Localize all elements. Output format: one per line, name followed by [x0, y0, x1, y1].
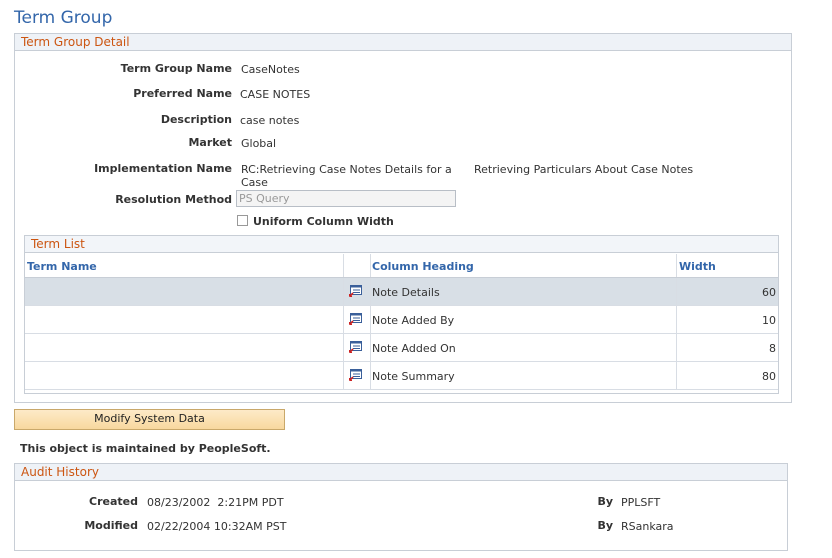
modified-by-value: RSankara: [621, 520, 674, 533]
created-label: Created: [89, 495, 138, 508]
table-row[interactable]: Note Summary 80: [25, 362, 778, 390]
created-value: 08/23/2002 2:21PM PDT: [147, 496, 284, 509]
width-cell: 8: [769, 342, 776, 355]
prompt-lookup-icon[interactable]: [348, 285, 362, 298]
modified-by-label: By: [597, 519, 613, 532]
width-column-header[interactable]: Width: [679, 260, 716, 273]
width-cell: 60: [762, 286, 776, 299]
page-title: Term Group: [14, 8, 113, 28]
resolution-method-label: Resolution Method: [115, 193, 232, 206]
preferred-name-value: CASE NOTES: [240, 88, 311, 101]
term-group-name-label: Term Group Name: [120, 62, 232, 75]
term-name-column-header[interactable]: Term Name: [27, 260, 97, 273]
table-row[interactable]: Note Added On 8: [25, 334, 778, 362]
column-heading-cell: Note Summary: [372, 370, 455, 383]
grid-header-row: Term Name Column Heading Width: [25, 254, 778, 278]
term-list-grid: Term List Term Name Column Heading Width…: [24, 235, 779, 394]
prompt-lookup-icon[interactable]: [348, 369, 362, 382]
modified-label: Modified: [84, 519, 138, 532]
term-group-detail-header: Term Group Detail: [15, 34, 791, 51]
market-label: Market: [188, 136, 232, 149]
column-heading-cell: Note Added By: [372, 314, 455, 327]
modify-system-data-button[interactable]: Modify System Data: [14, 409, 285, 430]
table-row[interactable]: Note Details 60: [25, 278, 778, 306]
width-cell: 10: [762, 314, 776, 327]
term-group-detail-section: Term Group Detail Term Group Name CaseNo…: [14, 33, 792, 403]
column-heading-cell: Note Details: [372, 286, 440, 299]
implementation-name-label: Implementation Name: [94, 162, 232, 175]
resolution-method-field[interactable]: PS Query: [236, 190, 456, 207]
prompt-lookup-icon[interactable]: [348, 313, 362, 326]
created-by-label: By: [597, 495, 613, 508]
description-label: Description: [160, 113, 232, 126]
market-value: Global: [241, 137, 277, 150]
implementation-name-line2: Case: [241, 176, 268, 189]
column-heading-cell: Note Added On: [372, 342, 456, 355]
maintained-notice: This object is maintained by PeopleSoft.: [20, 442, 271, 455]
audit-history-section: Audit History Created 08/23/2002 2:21PM …: [14, 463, 788, 551]
term-group-name-value: CaseNotes: [241, 63, 300, 76]
audit-history-header: Audit History: [15, 464, 787, 481]
uniform-column-width-label: Uniform Column Width: [253, 215, 394, 228]
prompt-lookup-icon[interactable]: [348, 341, 362, 354]
term-list-title: Term List: [25, 236, 778, 253]
modified-value: 02/22/2004 10:32AM PST: [147, 520, 287, 533]
column-heading-column-header[interactable]: Column Heading: [372, 260, 474, 273]
implementation-description: Retrieving Particulars About Case Notes: [474, 163, 694, 176]
created-by-value: PPLSFT: [621, 496, 661, 509]
implementation-name-line1: RC:Retrieving Case Notes Details for a: [241, 163, 452, 176]
table-row[interactable]: Note Added By 10: [25, 306, 778, 334]
description-value: case notes: [240, 114, 300, 127]
width-cell: 80: [762, 370, 776, 383]
preferred-name-label: Preferred Name: [133, 87, 232, 100]
uniform-column-width-checkbox[interactable]: [237, 215, 248, 226]
